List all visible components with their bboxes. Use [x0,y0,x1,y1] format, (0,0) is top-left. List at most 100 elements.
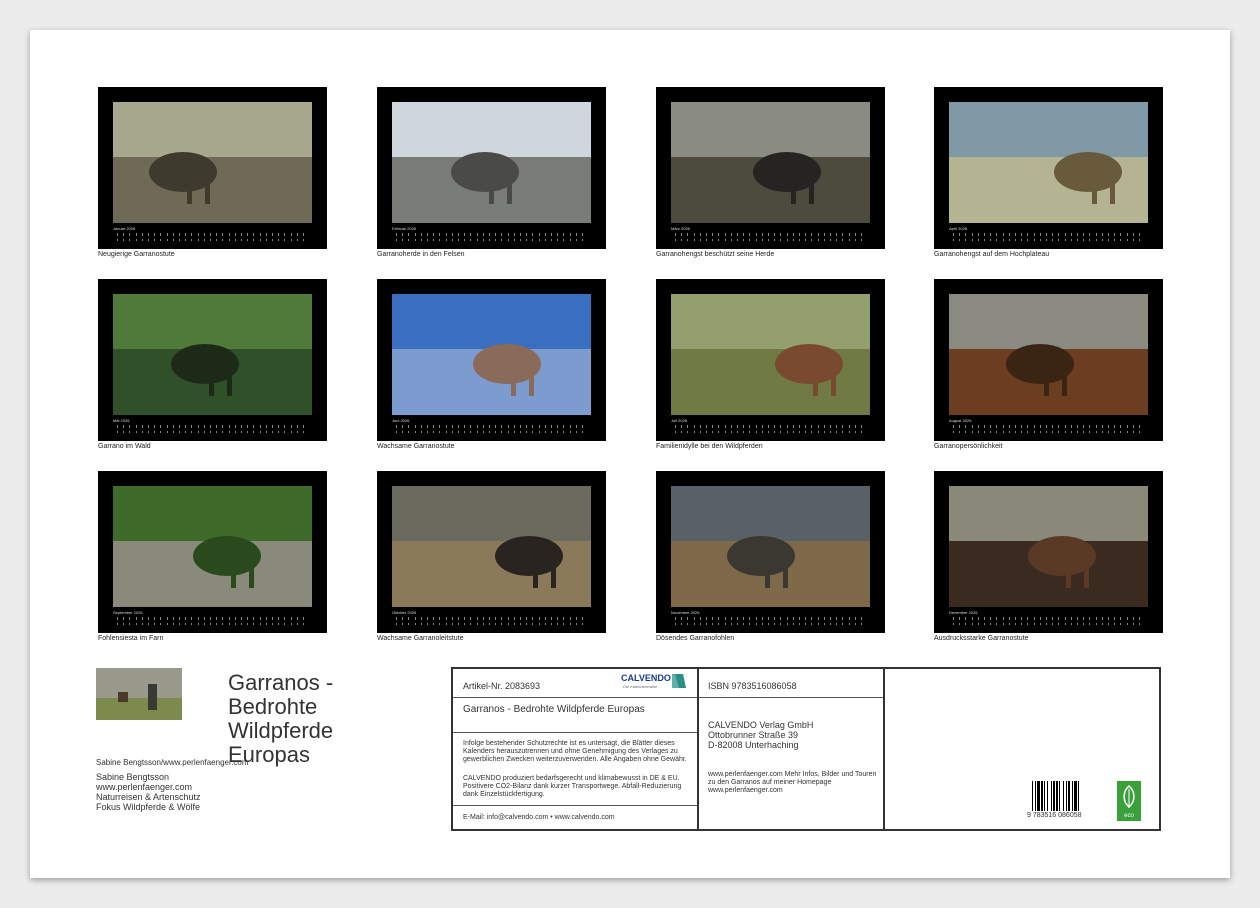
day-tick [439,617,441,620]
day-number [977,239,979,241]
day-number [563,239,565,241]
day-number [1064,239,1066,241]
day-tick [774,233,776,236]
day-grid [671,233,870,243]
day-tick [1002,425,1004,428]
day-number [458,431,459,433]
day-number [706,431,707,433]
day-number [216,239,218,241]
day-number [396,623,397,625]
day-number [817,623,819,625]
day-number [724,239,726,241]
day-tick [1132,425,1134,428]
day-tick [402,425,404,428]
day-tick [129,617,131,620]
day-number [737,623,738,625]
day-number [526,623,528,625]
day-tick [117,425,118,428]
day-number [792,623,794,625]
day-number [290,239,292,241]
day-number [1089,623,1091,625]
day-tick [464,233,466,236]
day-grid [392,425,591,435]
day-tick [501,617,503,620]
publisher-line-3: D-82008 Unterhaching [708,740,799,750]
day-number [123,239,125,241]
day-number [971,431,973,433]
day-tick [749,233,751,236]
month-caption: Familienidylle bei den Wildpferden [656,443,763,450]
day-tick [166,617,168,620]
day-tick [445,425,447,428]
day-number [402,623,404,625]
day-tick [197,425,199,428]
day-tick [718,617,720,620]
day-tick [179,233,180,236]
day-tick [730,617,732,620]
day-tick [154,425,156,428]
day-number [718,623,720,625]
day-number [1126,239,1128,241]
day-number [216,431,218,433]
day-tick [1052,617,1054,620]
day-number [265,623,267,625]
day-number [185,431,187,433]
day-number [805,239,807,241]
day-number [984,431,985,433]
day-number [996,431,998,433]
day-tick [971,425,973,428]
day-tick [830,425,831,428]
day-number [1052,431,1054,433]
day-tick [247,233,249,236]
day-number [1114,623,1116,625]
month-label: Oktober 2026 [392,610,417,615]
day-tick [557,425,559,428]
day-number [253,623,255,625]
month-caption: Ausdrucksstarke Garranostute [934,635,1029,642]
day-tick [842,233,844,236]
day-tick [259,617,261,620]
day-tick [172,233,174,236]
day-number [712,431,714,433]
day-tick [284,233,286,236]
day-tick [1108,617,1109,620]
day-number [551,431,552,433]
day-number [1033,431,1035,433]
leaf-icon [1123,785,1135,808]
contact-text: E-Mail: info@calvendo.com • www.calvendo… [463,814,615,821]
day-number [1101,431,1103,433]
day-tick [427,425,428,428]
day-number [861,623,862,625]
day-number [135,623,137,625]
day-tick [129,425,131,428]
month-card: Oktober 2026 [377,471,606,633]
day-number [755,623,757,625]
day-tick [823,233,825,236]
day-number [501,431,503,433]
day-number [439,239,441,241]
day-tick [123,425,125,428]
day-tick [203,617,205,620]
day-number [414,239,416,241]
day-tick [538,233,540,236]
day-number [1101,239,1103,241]
day-tick [712,233,714,236]
day-tick [507,233,509,236]
day-grid [949,233,1148,243]
barcode-bar [1056,781,1058,811]
day-number [458,623,459,625]
day-tick [1002,233,1004,236]
barcode-bar [1037,781,1040,811]
day-tick [197,617,199,620]
day-number [971,239,973,241]
day-number [117,239,118,241]
day-number [526,431,528,433]
day-number [191,431,193,433]
day-number [1132,431,1134,433]
day-number [451,239,453,241]
day-number [203,239,205,241]
day-number [247,239,249,241]
day-tick [210,233,211,236]
day-number [836,623,838,625]
day-tick [990,425,992,428]
